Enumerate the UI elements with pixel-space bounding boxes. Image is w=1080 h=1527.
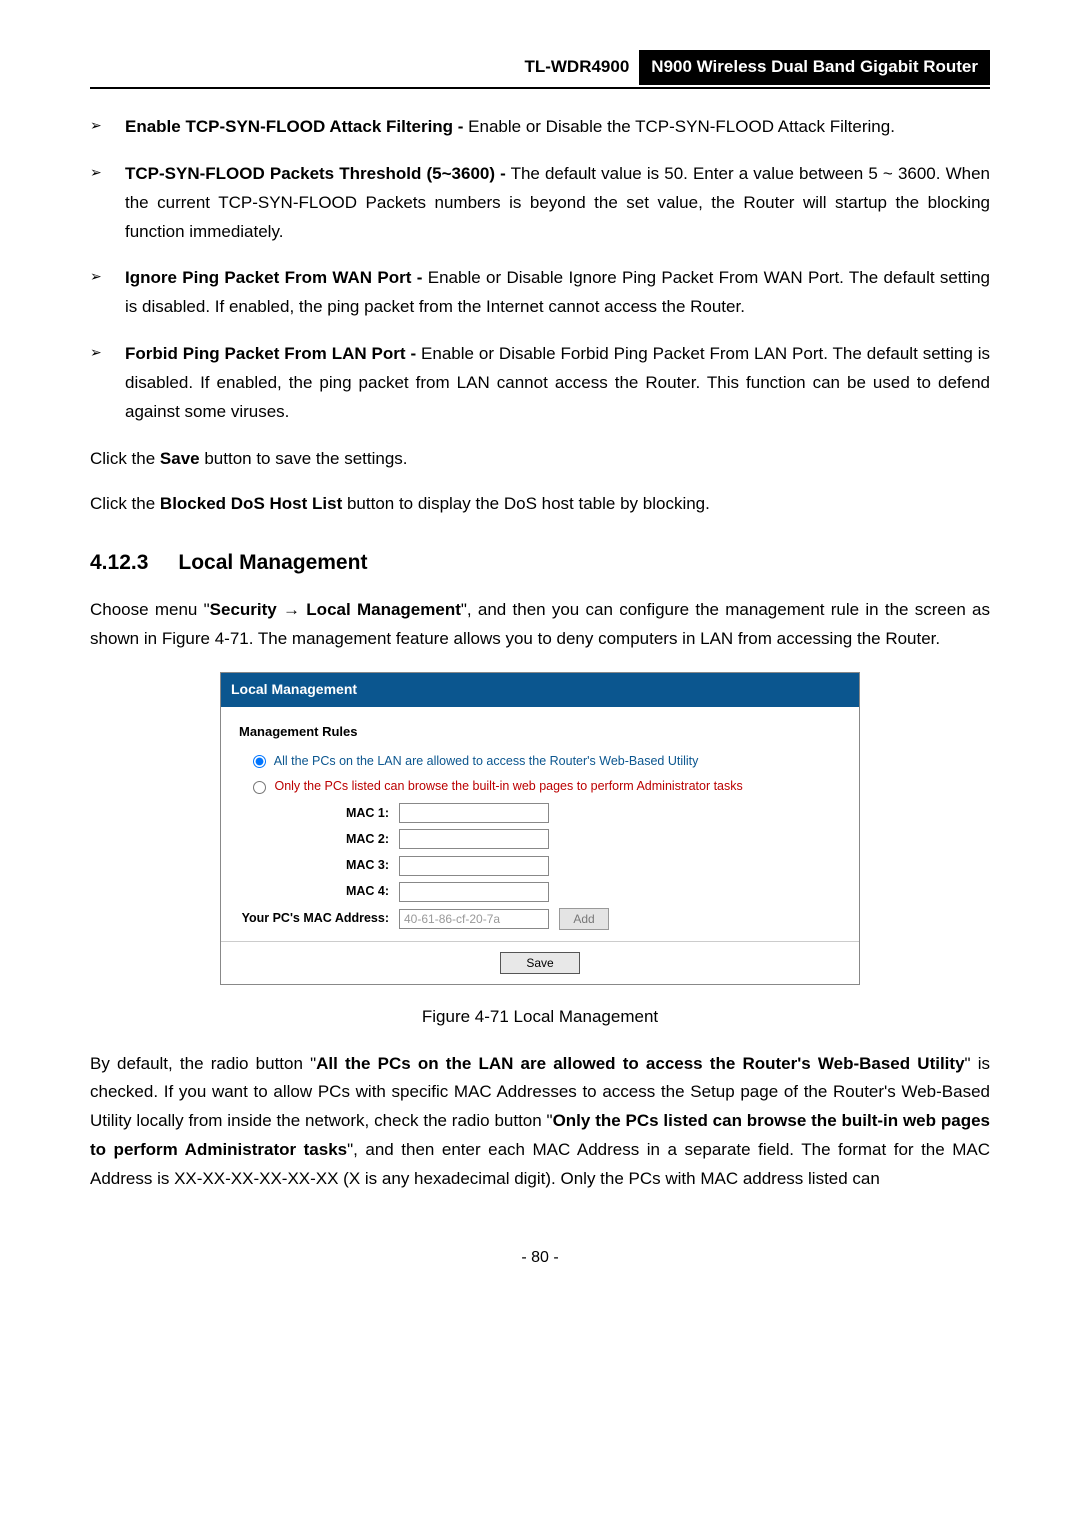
bullet-item: Enable TCP-SYN-FLOOD Attack Filtering - … [90, 113, 990, 142]
bullet-title: TCP-SYN-FLOOD Packets Threshold (5~3600)… [125, 164, 506, 183]
panel-body: Management Rules All the PCs on the LAN … [221, 707, 859, 941]
blocked-paragraph: Click the Blocked DoS Host List button t… [90, 490, 990, 519]
mac4-label: MAC 4: [239, 881, 399, 902]
radio-all-label: All the PCs on the LAN are allowed to ac… [274, 754, 699, 768]
mac1-row: MAC 1: [239, 803, 841, 824]
save-button[interactable]: Save [500, 952, 580, 974]
your-mac-row: Your PC's MAC Address: Add [239, 908, 841, 930]
panel-title: Local Management [221, 673, 859, 707]
radio-all-row[interactable]: All the PCs on the LAN are allowed to ac… [253, 751, 841, 772]
page-header: TL-WDR4900 N900 Wireless Dual Band Gigab… [90, 50, 990, 89]
section-title: Local Management [178, 551, 367, 574]
mac2-label: MAC 2: [239, 829, 399, 850]
header-desc: N900 Wireless Dual Band Gigabit Router [639, 50, 990, 85]
bullet-item: Forbid Ping Packet From LAN Port - Enabl… [90, 340, 990, 427]
bullet-title: Forbid Ping Packet From LAN Port - [125, 344, 416, 363]
mac3-input[interactable] [399, 856, 549, 876]
management-rules-heading: Management Rules [239, 721, 841, 743]
radio-all-input[interactable] [253, 755, 266, 768]
mac3-label: MAC 3: [239, 855, 399, 876]
mac1-input[interactable] [399, 803, 549, 823]
your-mac-input[interactable] [399, 909, 549, 929]
radio-only-row[interactable]: Only the PCs listed can browse the built… [253, 776, 841, 797]
mac3-row: MAC 3: [239, 855, 841, 876]
add-button[interactable]: Add [559, 908, 609, 930]
save-paragraph: Click the Save button to save the settin… [90, 445, 990, 474]
intro-paragraph: Choose menu "Security → Local Management… [90, 596, 990, 654]
bullet-title: Enable TCP-SYN-FLOOD Attack Filtering - [125, 117, 463, 136]
figure-caption: Figure 4-71 Local Management [90, 1003, 990, 1032]
mac2-input[interactable] [399, 829, 549, 849]
radio-only-input[interactable] [253, 781, 266, 794]
page-number: - 80 - [90, 1244, 990, 1271]
mac1-label: MAC 1: [239, 803, 399, 824]
bullet-item: TCP-SYN-FLOOD Packets Threshold (5~3600)… [90, 160, 990, 247]
header-model: TL-WDR4900 [514, 50, 639, 85]
bullet-title: Ignore Ping Packet From WAN Port - [125, 268, 422, 287]
bullet-body: Enable or Disable the TCP-SYN-FLOOD Atta… [463, 117, 894, 136]
section-heading: 4.12.3 Local Management [90, 545, 990, 581]
mac4-row: MAC 4: [239, 881, 841, 902]
bullet-item: Ignore Ping Packet From WAN Port - Enabl… [90, 264, 990, 322]
save-row: Save [221, 941, 859, 984]
figure-local-management: Local Management Management Rules All th… [90, 672, 990, 984]
mac2-row: MAC 2: [239, 829, 841, 850]
radio-only-label: Only the PCs listed can browse the built… [274, 779, 742, 793]
your-mac-label: Your PC's MAC Address: [239, 908, 399, 929]
section-number: 4.12.3 [90, 545, 148, 581]
local-management-panel: Local Management Management Rules All th… [220, 672, 860, 984]
bullet-list: Enable TCP-SYN-FLOOD Attack Filtering - … [90, 113, 990, 427]
final-paragraph: By default, the radio button "All the PC… [90, 1050, 990, 1194]
mac4-input[interactable] [399, 882, 549, 902]
